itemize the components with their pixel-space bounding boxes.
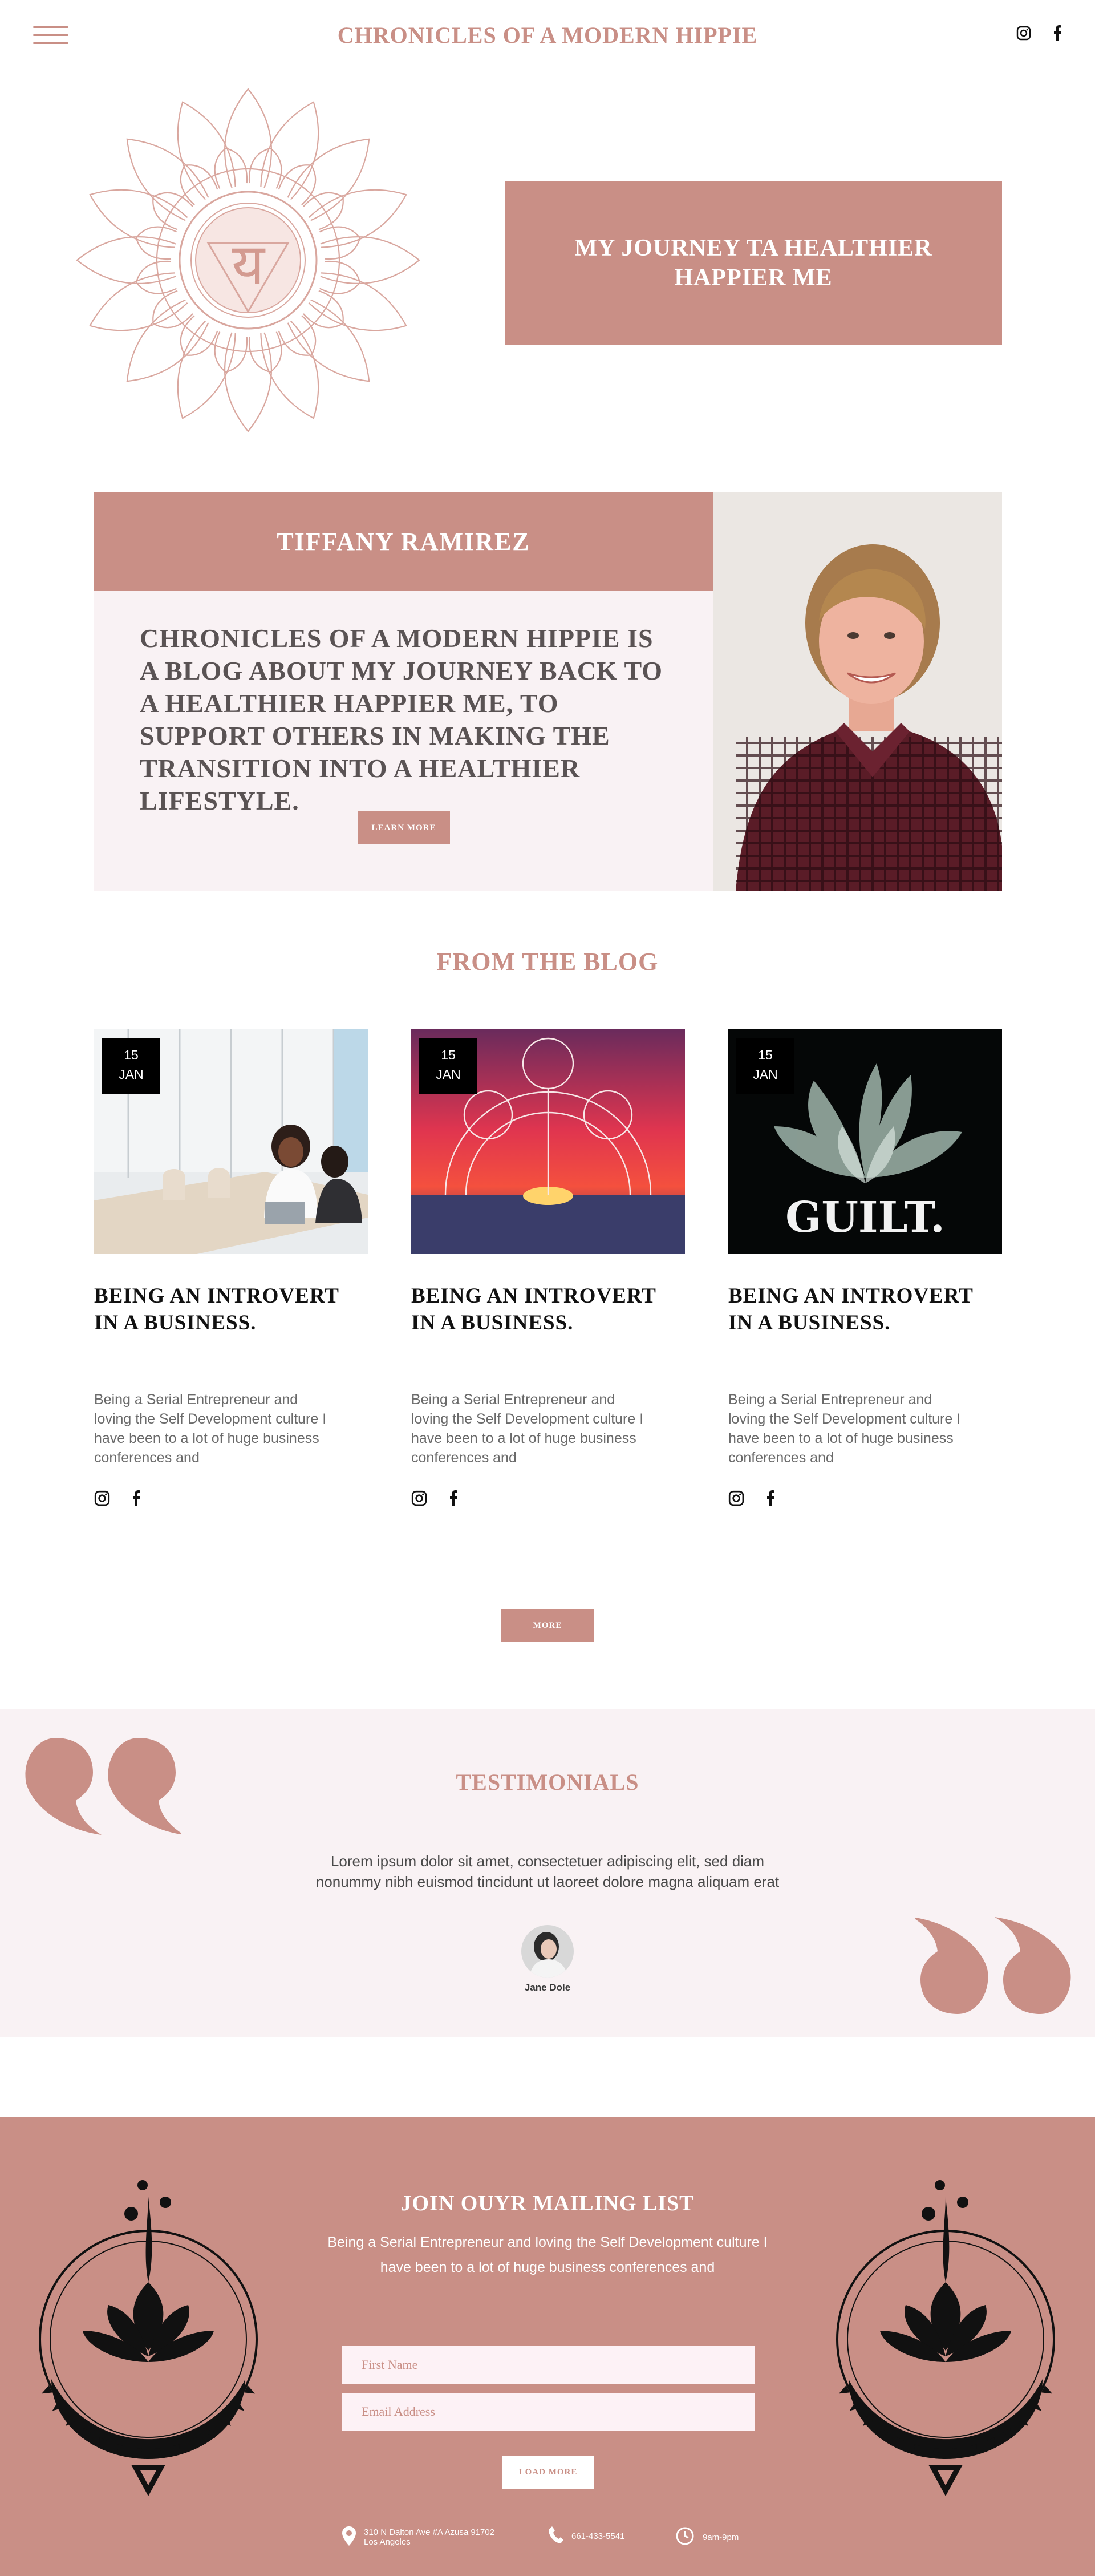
blog-post-2-date: 15 JAN — [419, 1038, 477, 1094]
blog-post-2-title[interactable]: BEING AN INTROVERT IN A BUSINESS. — [411, 1283, 685, 1336]
contact-address: 310 N Dalton Ave #A Azusa 91702 Los Angel… — [342, 2526, 494, 2548]
phone-icon — [549, 2526, 563, 2546]
close-quote-icon — [912, 1911, 1074, 2017]
facebook-icon[interactable] — [132, 1490, 141, 1509]
instagram-icon[interactable] — [411, 1490, 427, 1509]
blog-post-2-image[interactable]: 15 JAN — [411, 1029, 685, 1254]
clock-icon — [675, 2526, 695, 2548]
facebook-icon[interactable] — [766, 1490, 775, 1509]
testimonials-title: TESTIMONIALS — [456, 1769, 639, 1795]
blog-post-3-image[interactable]: GUILT. 15 JAN — [728, 1029, 1002, 1254]
blog-post-3-social — [728, 1490, 775, 1509]
hero-banner: MY JOURNEY TA HEALTHIER HAPPIER ME — [505, 181, 1002, 345]
author-name: TIFFANY RAMIREZ — [277, 527, 530, 556]
facebook-icon[interactable] — [1053, 25, 1062, 44]
instagram-icon[interactable] — [1016, 26, 1031, 43]
blog-post-1-image[interactable]: 15 JAN — [94, 1029, 368, 1254]
blog-post-3-date: 15 JAN — [736, 1038, 794, 1094]
blog-post-2-social — [411, 1490, 458, 1509]
blog-post-1-date: 15 JAN — [102, 1038, 160, 1094]
mailing-list-description: Being a Serial Entrepreneur and loving t… — [327, 2234, 768, 2275]
mandala-illustration: य — [63, 72, 433, 448]
blog-post-3-title[interactable]: BEING AN INTROVERT IN A BUSINESS. — [728, 1283, 1002, 1336]
blog-post-1-social — [94, 1490, 141, 1509]
opening-hours: 9am-9pm — [703, 2532, 739, 2542]
site-title[interactable]: CHRONICLES OF A MODERN HIPPIE — [0, 22, 1095, 48]
blog-post-1-title[interactable]: BEING AN INTROVERT IN A BUSINESS. — [94, 1283, 368, 1336]
about-description: CHRONICLES OF A MODERN HIPPIE IS A BLOG … — [140, 624, 663, 815]
location-pin-icon — [342, 2526, 356, 2548]
hero-heading: MY JOURNEY TA HEALTHIER HAPPIER ME — [574, 235, 932, 291]
phone-number[interactable]: 661-433-5541 — [571, 2531, 624, 2541]
about-name-banner: TIFFANY RAMIREZ — [94, 492, 713, 591]
author-portrait — [713, 492, 1002, 891]
blog-post-3-excerpt: Being a Serial Entrepreneur and loving t… — [728, 1392, 961, 1466]
contact-hours: 9am-9pm — [675, 2526, 739, 2548]
guilt-image-text: GUILT. — [785, 1193, 945, 1242]
load-more-button[interactable]: LOAD MORE — [502, 2456, 594, 2489]
instagram-icon[interactable] — [728, 1490, 744, 1509]
blog-post-1-excerpt: Being a Serial Entrepreneur and loving t… — [94, 1392, 327, 1466]
first-name-field[interactable] — [342, 2346, 755, 2384]
blog-section-title: FROM THE BLOG — [436, 948, 659, 976]
testimonial-author: Jane Dole — [524, 1982, 571, 1993]
mailing-list-title: JOIN OUYR MAILING LIST — [400, 2191, 695, 2215]
learn-more-button[interactable]: LEARN MORE — [358, 811, 450, 844]
facebook-icon[interactable] — [449, 1490, 458, 1509]
email-field[interactable] — [342, 2393, 755, 2431]
blog-post-2-excerpt: Being a Serial Entrepreneur and loving t… — [411, 1392, 644, 1466]
address-line-2: Los Angeles — [364, 2537, 411, 2547]
avatar — [521, 1925, 574, 1978]
header-social — [1016, 25, 1062, 44]
instagram-icon[interactable] — [94, 1490, 110, 1509]
address-line-1: 310 N Dalton Ave #A Azusa 91702 — [364, 2528, 495, 2537]
mandala-glyph: य — [232, 231, 266, 298]
more-posts-button[interactable]: MORE — [501, 1609, 594, 1642]
testimonial-quote: Lorem ipsum dolor sit amet, consectetuer… — [315, 1853, 780, 1890]
contact-phone: 661-433-5541 — [549, 2526, 624, 2546]
